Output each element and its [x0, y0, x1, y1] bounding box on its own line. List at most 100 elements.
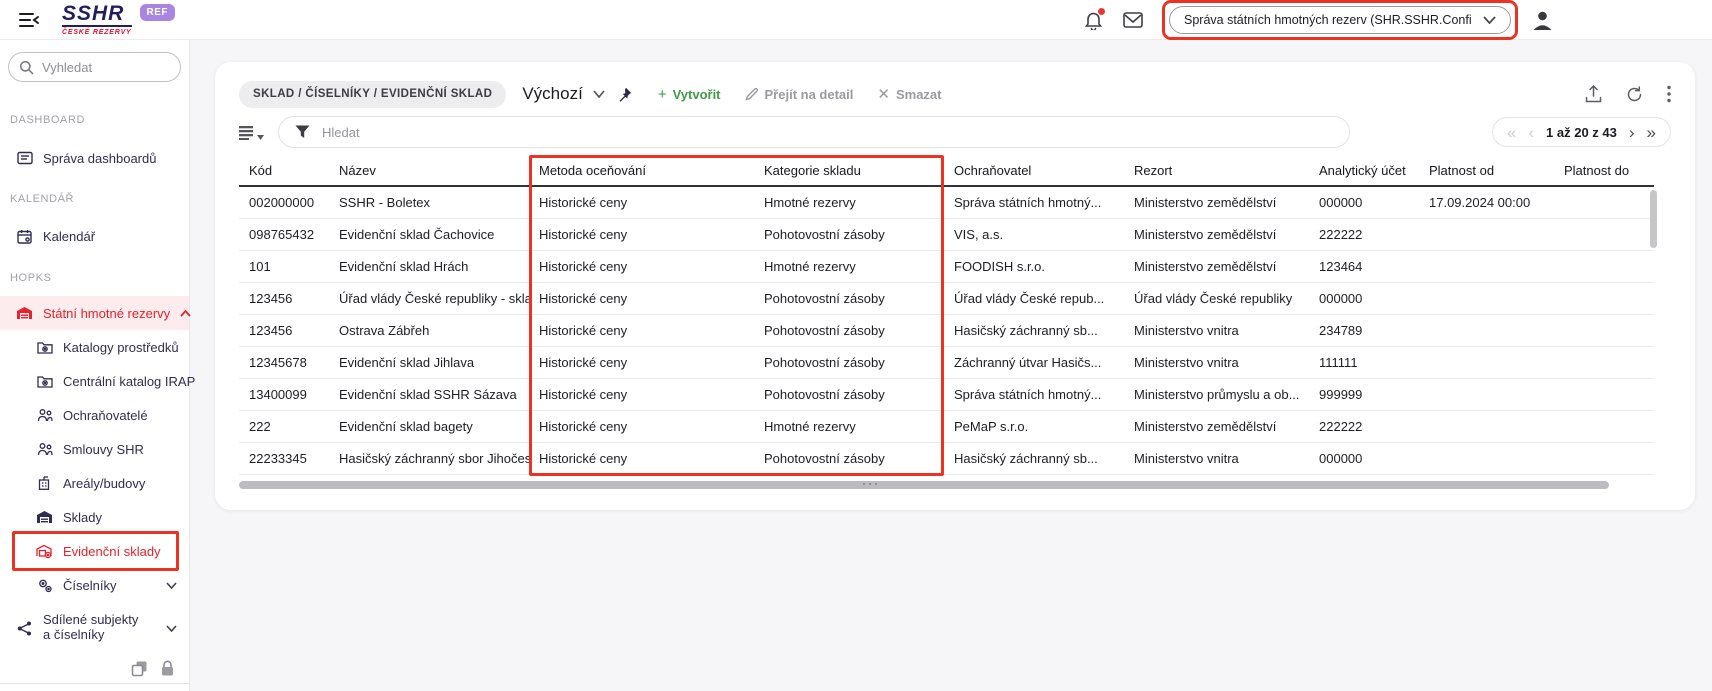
refresh-icon[interactable]	[1626, 86, 1643, 103]
sidebar-search[interactable]	[8, 52, 181, 82]
table-cell: Hmotné rezervy	[754, 259, 944, 274]
sidebar-item-kalendar[interactable]: Kalendář	[0, 219, 189, 253]
table-cell: Evidenční sklad SSHR Sázava	[329, 387, 529, 402]
main-area: SKLAD / ČÍSELNÍKY / EVIDENČNÍ SKLAD Vých…	[190, 40, 1712, 691]
sidebar-item-label: Areály/budovy	[63, 476, 145, 491]
sidebar: DASHBOARD Správa dashboardů KALENDÁŘ Kal…	[0, 40, 190, 691]
row-expander[interactable]: ⋯	[861, 474, 881, 495]
table-filter-input[interactable]	[322, 125, 1333, 140]
sidebar-item-sprava-dashboardu[interactable]: Správa dashboardů	[0, 141, 189, 175]
table-cell: 12345678	[239, 355, 329, 370]
close-icon: ✕	[877, 85, 890, 103]
sidebar-item-label: Správa dashboardů	[43, 151, 156, 166]
table-cell: Hasičský záchranný sbor Jihočes...	[329, 451, 529, 466]
table-cell: Ministerstvo vnitra	[1124, 323, 1309, 338]
sidebar-item-smlouvy-shr[interactable]: Smlouvy SHR	[0, 432, 189, 466]
chevron-down-icon[interactable]	[166, 625, 177, 632]
next-page-icon[interactable]: ›	[1629, 124, 1635, 141]
table-row[interactable]: 002000000SSHR - BoletexHistorické cenyHm…	[239, 187, 1654, 219]
sidebar-item-ochranovatele[interactable]: Ochraňovatelé	[0, 398, 189, 432]
warehouse-outline-icon	[36, 510, 53, 524]
sidebar-item-sdilene-subjekty[interactable]: Sdílené subjekty a číselníky	[0, 606, 189, 650]
sidebar-item-label: Centrální katalog IRAP	[63, 374, 195, 389]
role-selector[interactable]: Správa státních hmotných rezerv (SHR.SSH…	[1169, 6, 1511, 34]
table-row[interactable]: 22233345Hasičský záchranný sbor Jihočes.…	[239, 443, 1654, 475]
last-page-icon[interactable]: »	[1647, 124, 1656, 141]
sidebar-item-centralni-katalog-irap[interactable]: Centrální katalog IRAP	[0, 364, 189, 398]
table-row[interactable]: 13400099Evidenční sklad SSHR SázavaHisto…	[239, 379, 1654, 411]
table-cell: Evidenční sklad Jihlava	[329, 355, 529, 370]
table-cell: 234789	[1309, 323, 1419, 338]
table-cell: Ministerstvo zemědělství	[1124, 195, 1309, 210]
table-cell: Ostrava Zábřeh	[329, 323, 529, 338]
data-table: KódNázevMetoda oceňováníKategorie skladu…	[239, 156, 1654, 475]
pagination: « ‹ 1 až 20 z 43 › »	[1492, 117, 1671, 147]
column-header[interactable]: Rezort	[1124, 163, 1309, 178]
column-settings-icon[interactable]	[239, 125, 264, 140]
lock-icon[interactable]	[160, 660, 175, 677]
prev-page-icon[interactable]: ‹	[1528, 124, 1534, 141]
table-row[interactable]: 12345678Evidenční sklad JihlavaHistorick…	[239, 347, 1654, 379]
column-header[interactable]: Analytický účet	[1309, 163, 1419, 178]
section-label-dashboard: DASHBOARD	[10, 114, 179, 126]
table-cell: Pohotovostní zásoby	[754, 387, 944, 402]
logo-subtitle: ČESKÉ REZERVY	[62, 29, 132, 36]
table-row[interactable]: 098765432Evidenční sklad ČachoviceHistor…	[239, 219, 1654, 251]
chevron-down-icon[interactable]	[593, 90, 605, 98]
kebab-menu-icon[interactable]	[1667, 85, 1671, 103]
sidebar-item-sklady[interactable]: Sklady	[0, 500, 189, 534]
chevron-up-icon[interactable]	[180, 310, 191, 317]
chevron-down-icon[interactable]	[166, 582, 177, 589]
table-row[interactable]: 101Evidenční sklad HráchHistorické cenyH…	[239, 251, 1654, 283]
table-row[interactable]: 123456Ostrava ZábřehHistorické cenyPohot…	[239, 315, 1654, 347]
filter-row: « ‹ 1 až 20 z 43 › »	[239, 116, 1671, 148]
table-row[interactable]: 222Evidenční sklad bagetyHistorické ceny…	[239, 411, 1654, 443]
table-cell: 098765432	[239, 227, 329, 242]
sidebar-search-input[interactable]	[42, 60, 152, 75]
sidebar-item-evidencni-sklady[interactable]: Evidenční sklady	[0, 534, 189, 568]
table-cell: Ministerstvo zemědělství	[1124, 419, 1309, 434]
sidebar-collapse-icon[interactable]	[16, 7, 42, 33]
topbar-right: Správa státních hmotných rezerv (SHR.SSH…	[1084, 0, 1554, 40]
share-icon	[16, 621, 33, 636]
pin-icon[interactable]	[617, 87, 632, 102]
sidebar-item-statni-hmotne-rezervy[interactable]: Státní hmotné rezervy	[0, 296, 189, 330]
sidebar-item-katalogy-prostredku[interactable]: Katalogy prostředků	[0, 330, 189, 364]
table-cell: 123456	[239, 291, 329, 306]
sidebar-item-arealy-budovy[interactable]: Areály/budovy	[0, 466, 189, 500]
app-logo[interactable]: SSHR ČESKÉ REZERVY	[62, 3, 132, 36]
view-selector[interactable]: Výchozí	[522, 84, 582, 104]
user-avatar-icon[interactable]	[1531, 9, 1554, 32]
column-header[interactable]: Ochraňovatel	[944, 163, 1124, 178]
copy-icon[interactable]	[131, 660, 148, 677]
messages-mail-icon[interactable]	[1123, 12, 1143, 28]
create-button[interactable]: + Vytvořit	[658, 86, 721, 103]
vertical-scrollbar[interactable]	[1650, 190, 1657, 248]
column-header[interactable]: Kategorie skladu	[754, 163, 944, 178]
table-cell: 222222	[1309, 419, 1419, 434]
column-header[interactable]: Název	[329, 163, 529, 178]
sidebar-item-ciselniky[interactable]: Číselníky	[0, 568, 189, 602]
table-cell: Hmotné rezervy	[754, 195, 944, 210]
export-icon[interactable]	[1585, 85, 1602, 103]
sidebar-item-label: Ochraňovatelé	[63, 408, 148, 423]
delete-button[interactable]: ✕ Smazat	[877, 85, 941, 103]
go-to-detail-button[interactable]: Přejít na detail	[745, 87, 854, 102]
sidebar-item-label: Kalendář	[43, 229, 95, 244]
table-filter[interactable]	[278, 116, 1350, 148]
table-cell: Pohotovostní zásoby	[754, 323, 944, 338]
action-row: SKLAD / ČÍSELNÍKY / EVIDENČNÍ SKLAD Vých…	[239, 79, 1671, 109]
notifications-bell-icon[interactable]	[1084, 10, 1103, 30]
table-cell: Historické ceny	[529, 451, 754, 466]
column-header[interactable]: Platnost od	[1419, 163, 1554, 178]
horizontal-scrollbar[interactable]	[239, 481, 1609, 489]
table-cell: FOODISH s.r.o.	[944, 259, 1124, 274]
table-row[interactable]: 123456Úřad vlády České republiky - skla.…	[239, 283, 1654, 315]
table-cell: Správa státních hmotný...	[944, 387, 1124, 402]
first-page-icon[interactable]: «	[1507, 124, 1516, 141]
table-cell: Historické ceny	[529, 387, 754, 402]
column-header[interactable]: Platnost do	[1554, 163, 1654, 178]
column-header[interactable]: Metoda oceňování	[529, 163, 754, 178]
chevron-down-icon	[1483, 16, 1496, 24]
column-header[interactable]: Kód	[239, 163, 329, 178]
